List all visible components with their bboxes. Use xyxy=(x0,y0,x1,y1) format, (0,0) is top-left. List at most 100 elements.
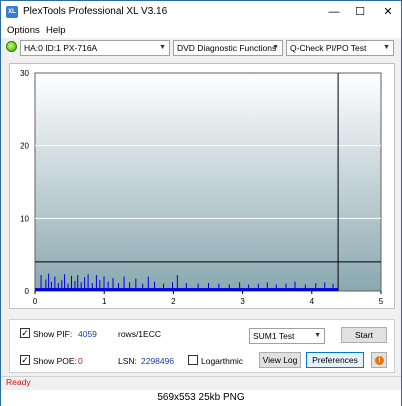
menu-help[interactable]: Help xyxy=(46,25,66,36)
close-button[interactable]: ✕ xyxy=(375,1,401,23)
show-poe-label: Show POE: xyxy=(33,356,77,366)
drive-select[interactable]: HA:0 ID:1 PX-716A ▼ xyxy=(20,40,170,56)
pif-bar xyxy=(294,281,296,291)
pif-bar xyxy=(315,283,317,291)
window-title: PlexTools Professional XL V3.16 xyxy=(23,6,168,17)
x-tick-label: 3 xyxy=(240,297,245,306)
app-icon: XL xyxy=(6,6,18,18)
pif-bar xyxy=(107,281,109,291)
show-pif-checkbox[interactable]: ✓ xyxy=(20,328,30,338)
pif-bar xyxy=(123,276,125,291)
pif-bar xyxy=(61,280,63,291)
maximize-button[interactable]: ☐ xyxy=(347,1,373,23)
menu-options[interactable]: Options xyxy=(7,25,40,36)
pif-bar xyxy=(64,274,66,291)
pif-bar xyxy=(129,282,131,291)
title-bar: XL PlexTools Professional XL V3.16 — ☐ ✕ xyxy=(1,1,401,23)
pif-bar xyxy=(70,275,72,291)
pif-bar xyxy=(112,277,114,291)
app-window: XL PlexTools Professional XL V3.16 — ☐ ✕… xyxy=(0,0,402,406)
x-axis-ticks: 0 1 2 3 4 5 xyxy=(33,291,384,306)
pif-bar xyxy=(99,280,101,291)
function-select[interactable]: DVD Diagnostic Functions ▼ xyxy=(173,40,283,56)
pif-bar xyxy=(172,282,174,291)
pif-bar xyxy=(118,283,120,291)
x-tick-label: 2 xyxy=(171,297,176,306)
pif-bar xyxy=(304,284,306,291)
pi-po-chart: 30 20 10 0 0 1 2 3 4 5 xyxy=(20,69,384,306)
pif-bar xyxy=(163,283,165,291)
show-pif-label: Show PIF: xyxy=(33,329,73,339)
poe-value: 0 xyxy=(78,356,83,366)
pif-bar xyxy=(57,283,59,291)
y-axis-ticks: 30 20 10 0 xyxy=(20,69,29,296)
pif-bar xyxy=(50,281,52,291)
chevron-down-icon: ▼ xyxy=(314,332,321,339)
y-tick-label: 20 xyxy=(20,142,29,151)
test-select-value: Q-Check PI/PO Test xyxy=(290,43,367,53)
pif-bar xyxy=(40,275,42,291)
y-tick-label: 10 xyxy=(20,214,29,223)
status-bar xyxy=(1,376,401,390)
x-tick-label: 5 xyxy=(379,297,384,306)
logarithmic-label: Logarthmic xyxy=(201,356,244,366)
test-select[interactable]: Q-Check PI/PO Test ▼ xyxy=(286,40,394,56)
pif-bar xyxy=(285,283,287,291)
pif-bar xyxy=(324,282,326,291)
pif-bar xyxy=(87,274,89,291)
function-select-value: DVD Diagnostic Functions xyxy=(177,43,277,53)
x-tick-label: 4 xyxy=(310,297,315,306)
pif-bar xyxy=(77,275,79,291)
image-caption: 569x553 25kb PNG xyxy=(1,390,401,406)
pif-bar xyxy=(54,276,56,291)
x-tick-label: 0 xyxy=(33,297,38,306)
sum-test-select[interactable]: SUM1 Test ▼ xyxy=(249,328,325,344)
logarithmic-checkbox[interactable] xyxy=(188,355,198,365)
sum-test-select-value: SUM1 Test xyxy=(253,331,295,341)
pif-bar xyxy=(176,275,178,291)
minimize-button[interactable]: — xyxy=(321,1,347,23)
pif-bar xyxy=(84,277,86,291)
pif-bar xyxy=(103,276,105,291)
info-icon: i xyxy=(375,356,384,365)
drive-status-icon xyxy=(6,41,17,52)
drive-select-value: HA:0 ID:1 PX-716A xyxy=(24,43,98,53)
view-log-button[interactable]: View Log xyxy=(259,352,301,368)
pif-bar xyxy=(197,283,199,291)
lsn-value: 2298496 xyxy=(141,356,175,366)
chevron-down-icon: ▼ xyxy=(272,44,279,51)
pif-bar xyxy=(91,283,93,291)
pif-bar xyxy=(248,284,250,291)
status-text: Ready xyxy=(6,377,31,387)
pif-value: 4059 xyxy=(78,329,97,339)
pif-bar xyxy=(266,282,268,291)
chevron-down-icon: ▼ xyxy=(383,44,390,51)
pif-bar xyxy=(80,282,82,291)
start-button[interactable]: Start xyxy=(341,327,387,343)
pif-bar xyxy=(135,278,137,291)
plot-area xyxy=(34,72,382,292)
preferences-button[interactable]: Preferences xyxy=(306,352,364,368)
pif-bar xyxy=(95,275,97,291)
pif-unit: rows/1ECC xyxy=(118,329,161,339)
y-tick-label: 0 xyxy=(25,287,30,296)
pif-bar xyxy=(147,276,149,291)
show-poe-checkbox[interactable]: ✓ xyxy=(20,355,30,365)
pif-bar xyxy=(48,273,50,291)
chevron-down-icon: ▼ xyxy=(159,44,166,51)
pif-bar xyxy=(185,283,187,291)
pif-bar xyxy=(67,283,69,291)
pif-bar xyxy=(74,280,76,291)
y-tick-label: 30 xyxy=(20,69,29,78)
pif-bar xyxy=(257,283,259,291)
lsn-label: LSN: xyxy=(118,356,137,366)
pif-bar xyxy=(239,282,241,291)
pif-bar xyxy=(332,283,334,291)
x-tick-label: 1 xyxy=(102,297,107,306)
pif-bar xyxy=(45,279,47,291)
pif-bar xyxy=(218,283,220,291)
pif-bar xyxy=(275,284,277,291)
pif-bar xyxy=(154,281,156,291)
pif-bar xyxy=(142,283,144,291)
info-button[interactable]: i xyxy=(371,352,387,368)
